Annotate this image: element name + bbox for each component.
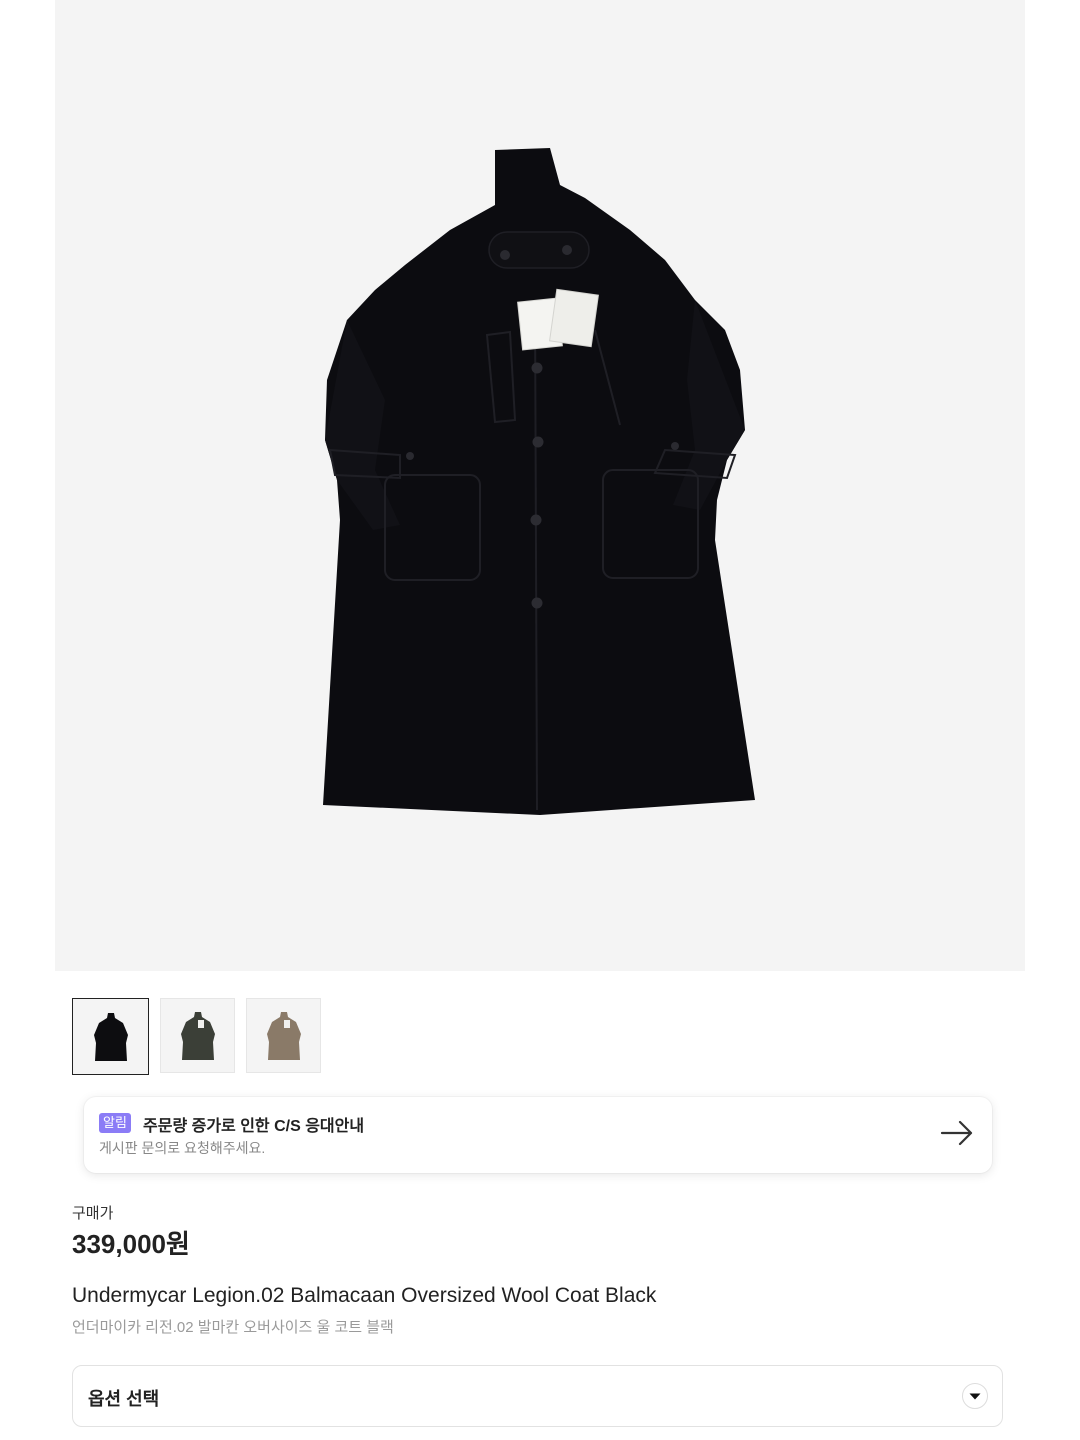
product-image[interactable] — [55, 0, 1025, 971]
notice-subtitle: 게시판 문의로 요청해주세요. — [99, 1140, 266, 1156]
cs-notice-banner[interactable]: 알림 주문량 증가로 인한 C/S 응대안내 게시판 문의로 요청해주세요. — [84, 1097, 992, 1173]
coat-photo — [323, 148, 755, 815]
thumb-olive[interactable] — [160, 998, 235, 1073]
coat-thumbnail-icon — [266, 1011, 301, 1060]
thumb-beige[interactable] — [246, 998, 321, 1073]
notice-title: 주문량 증가로 인한 C/S 응대안내 — [143, 1118, 365, 1135]
price-value: 339,000원 — [72, 1229, 190, 1259]
option-select[interactable]: 옵션 선택 — [72, 1365, 1003, 1427]
notice-badge: 알림 — [99, 1113, 131, 1133]
product-name-en: Undermycar Legion.02 Balmacaan Oversized… — [72, 1284, 657, 1307]
product-name-ko: 언더마이카 리전.02 발마칸 오버사이즈 울 코트 블랙 — [72, 1319, 394, 1336]
arrow-right-icon — [940, 1119, 974, 1152]
price-label: 구매가 — [72, 1205, 114, 1222]
coat-thumbnail-icon — [180, 1011, 215, 1060]
thumbnail-strip — [72, 998, 321, 1075]
option-select-label: 옵션 선택 — [88, 1389, 160, 1409]
chevron-down-icon — [962, 1383, 988, 1409]
coat-thumbnail-icon — [93, 1012, 128, 1061]
thumb-black[interactable] — [72, 998, 149, 1075]
